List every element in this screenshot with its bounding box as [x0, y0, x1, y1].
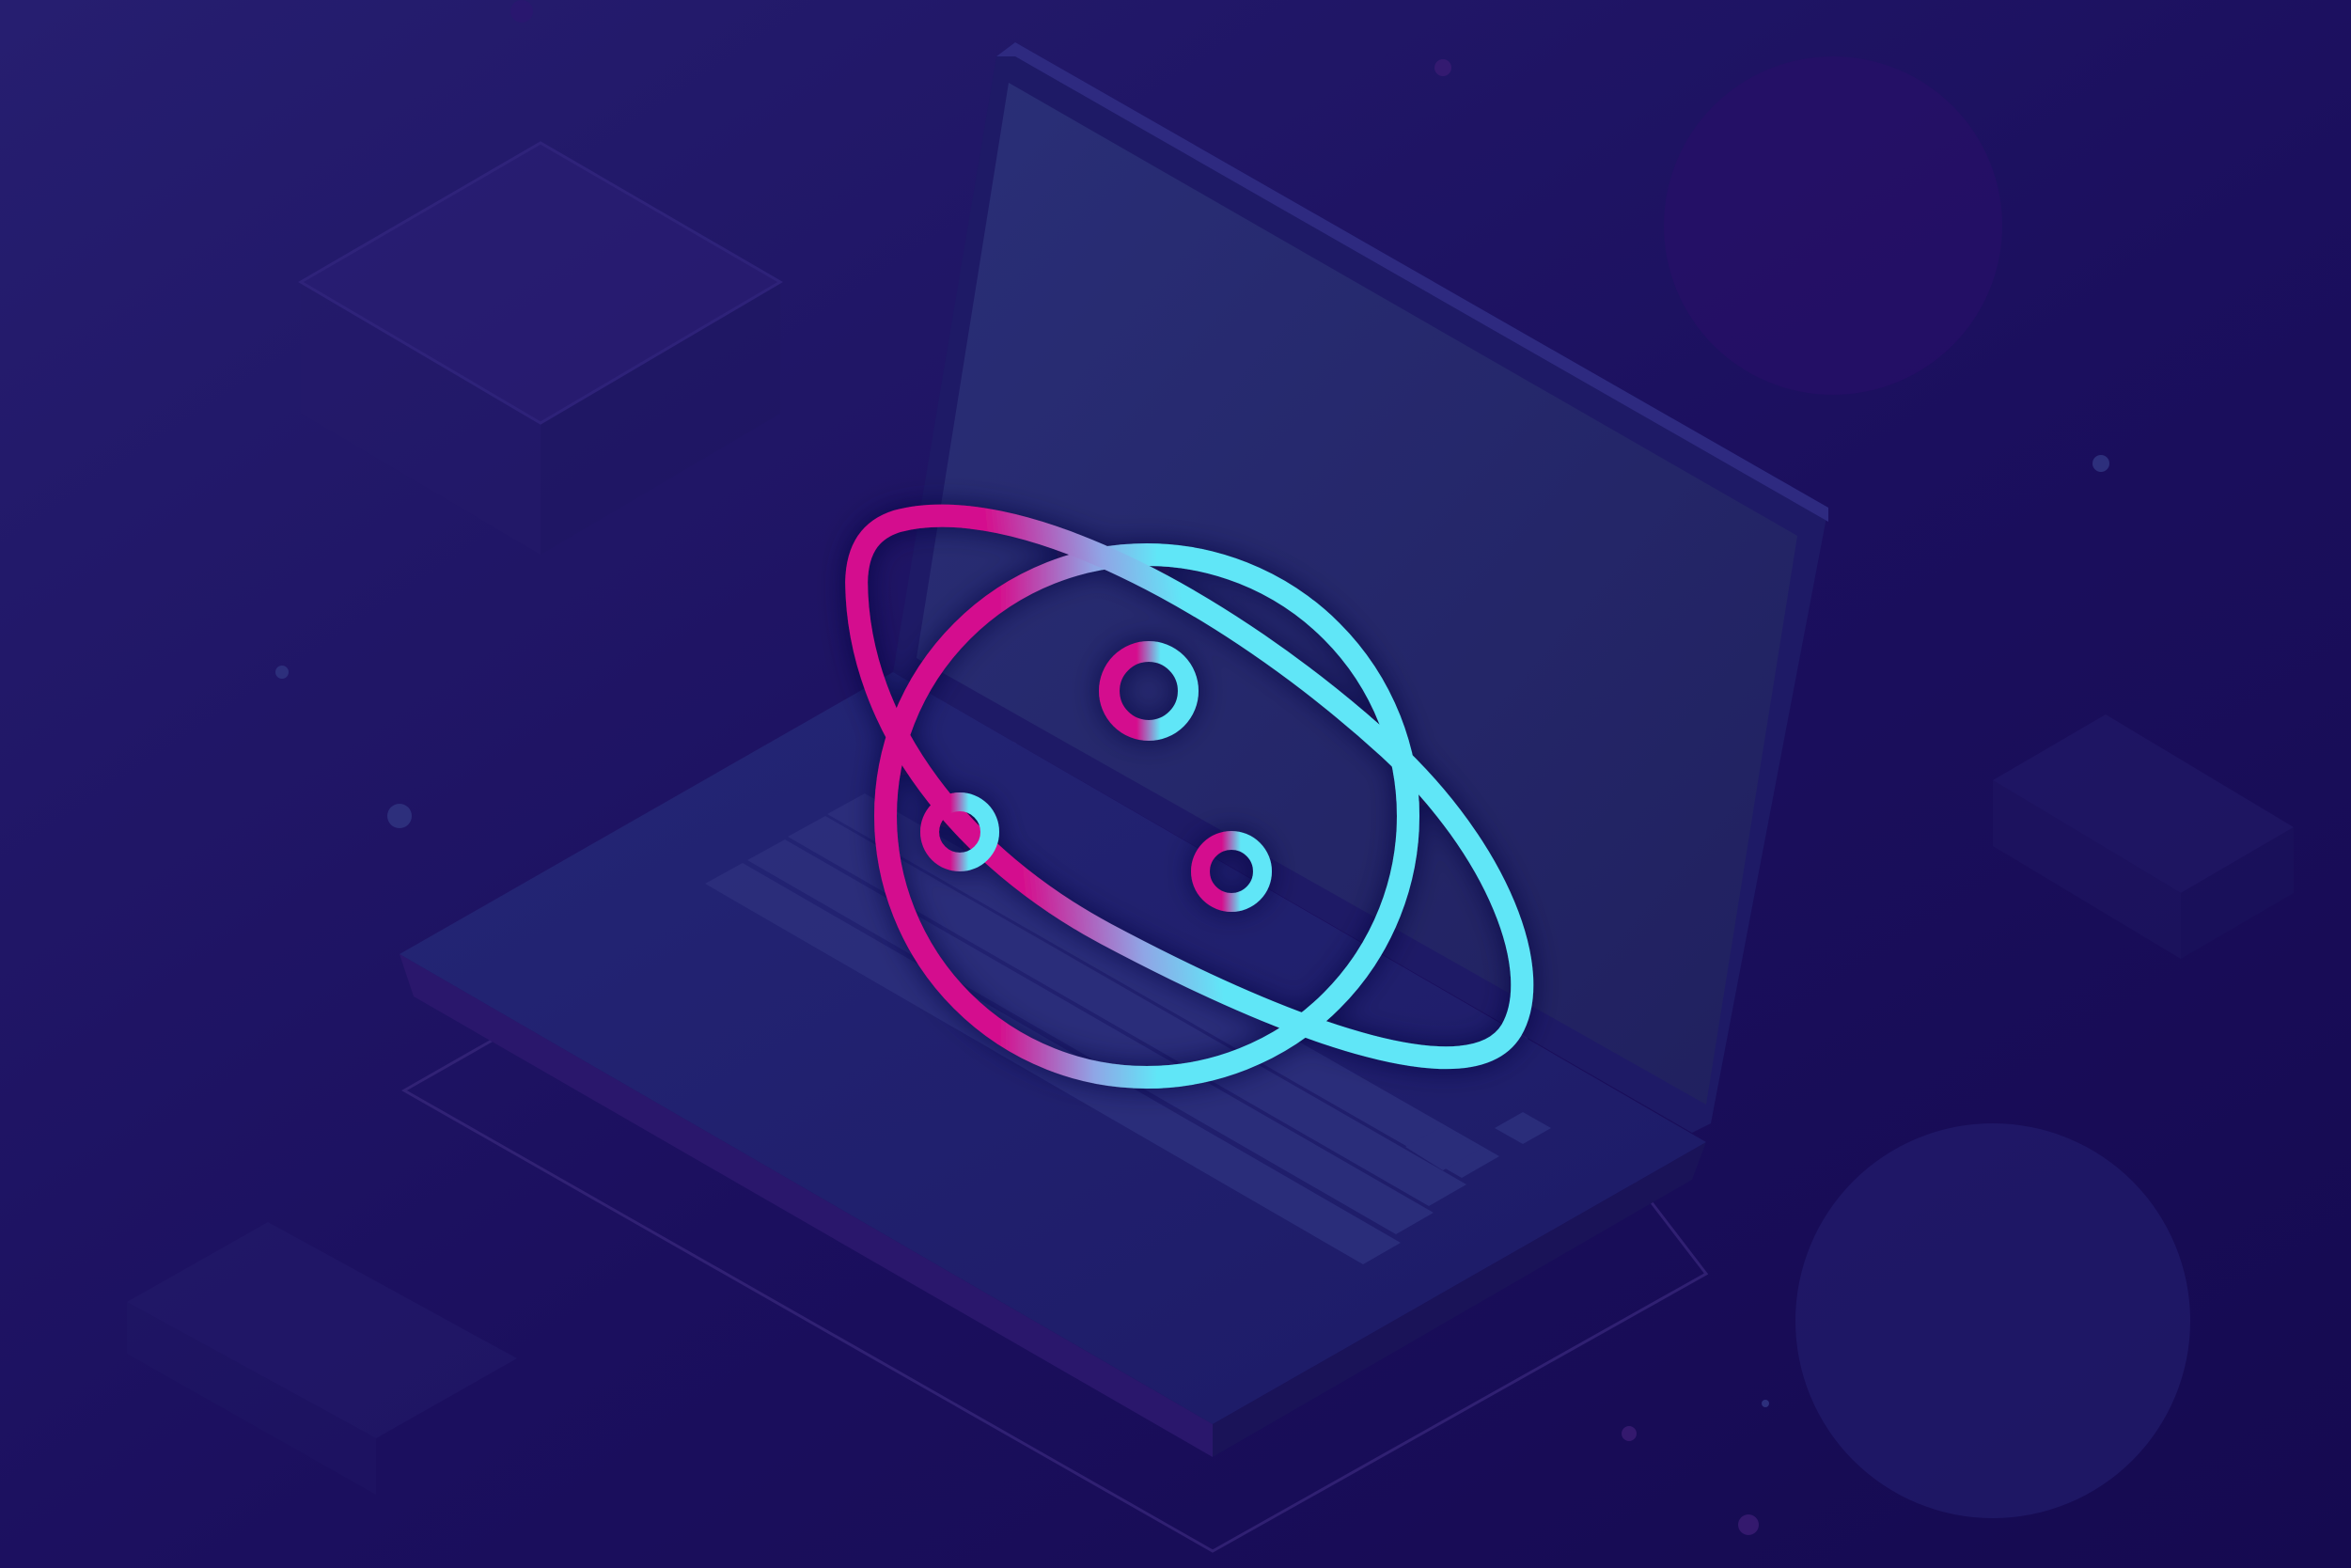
illustration-scene — [0, 0, 2351, 1568]
illustration-canvas — [0, 0, 2351, 1568]
